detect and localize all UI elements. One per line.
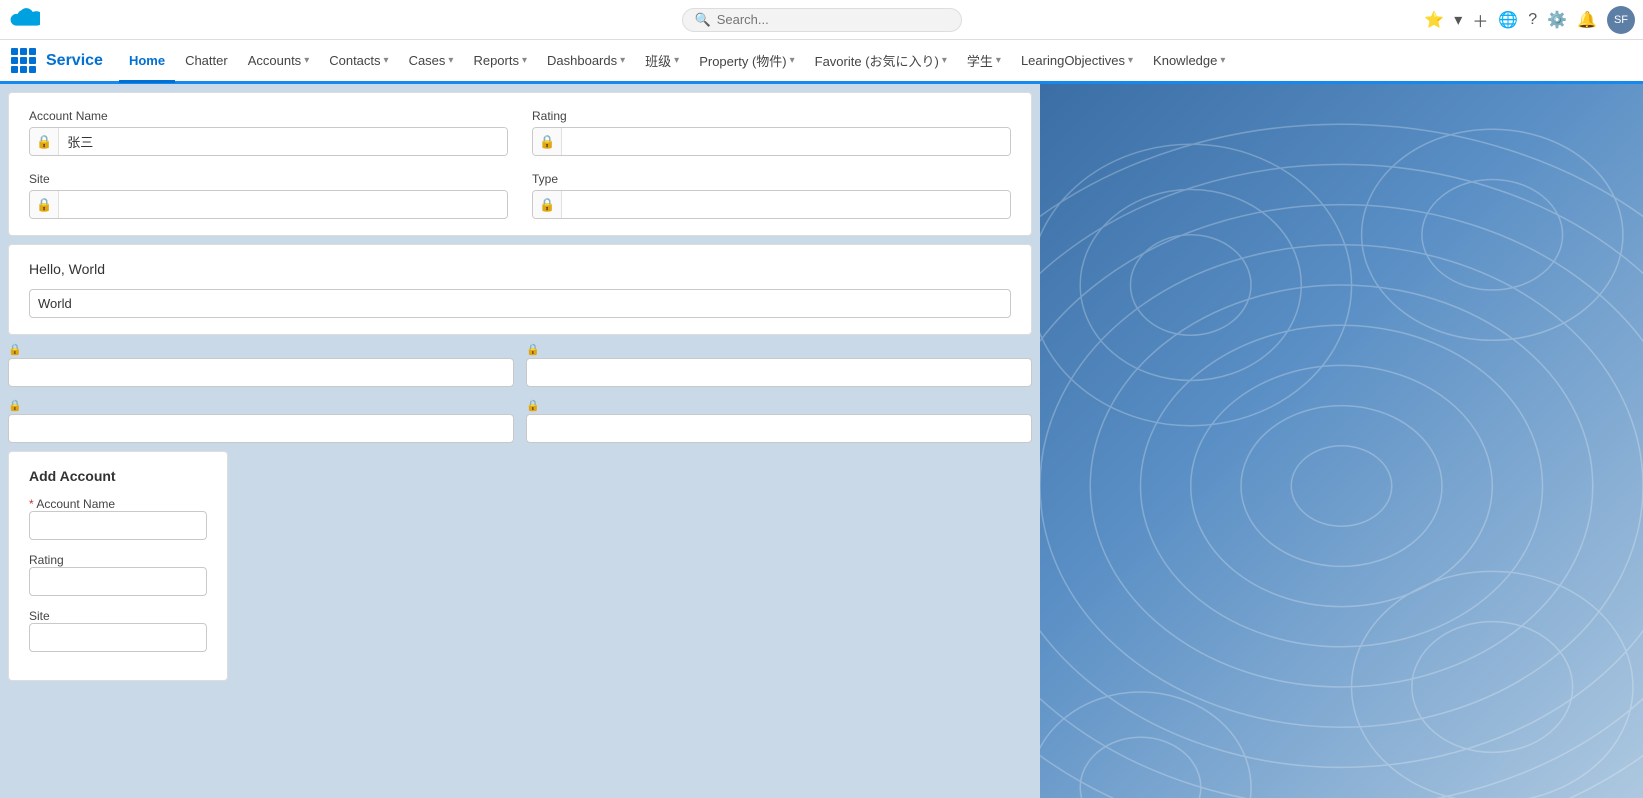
type-lock-icon[interactable]: 🔒 [533, 191, 562, 218]
add-account-name-field: Account Name [29, 496, 207, 540]
floating-lock-2[interactable]: 🔒 [526, 343, 1032, 356]
floating-field-1: 🔒 [8, 343, 514, 387]
add-site-input[interactable] [29, 623, 207, 652]
nav-item-accounts-chevron: ▾ [304, 55, 309, 66]
add-site-label: Site [29, 609, 50, 623]
floating-lock-3[interactable]: 🔒 [8, 399, 514, 412]
nav-right-icons: ⭐ ▾ ＋ 🌐 ? ⚙️ 🔔 SF [1424, 6, 1635, 34]
add-rating-field: Rating [29, 552, 207, 596]
account-name-input-wrap: 🔒 [29, 127, 508, 156]
search-bar: 🔍 [682, 8, 962, 32]
app-navigation: Service HomeChatterAccounts ▾Contacts ▾C… [0, 40, 1643, 84]
dropdown-icon[interactable]: ▾ [1454, 10, 1462, 30]
rating-input-wrap: 🔒 [532, 127, 1011, 156]
nav-item-knowledge-chevron: ▾ [1220, 55, 1225, 66]
app-label: Service [46, 52, 103, 70]
add-account-card: Add Account Account Name Rating Site [8, 451, 228, 681]
floating-lock-1[interactable]: 🔒 [8, 343, 514, 356]
add-rating-input[interactable] [29, 567, 207, 596]
account-name-input[interactable] [59, 128, 507, 155]
add-account-title: Add Account [29, 468, 207, 484]
nav-item-learning[interactable]: LearingObjectives ▾ [1011, 42, 1143, 83]
bell-icon[interactable]: 🔔 [1577, 10, 1597, 30]
app-launcher-icon[interactable] [8, 46, 38, 76]
type-input-wrap: 🔒 [532, 190, 1011, 219]
site-label: Site [29, 172, 508, 186]
rating-field: Rating 🔒 [532, 109, 1011, 156]
search-icon: 🔍 [695, 12, 711, 28]
add-site-field: Site [29, 608, 207, 652]
nav-item-reports[interactable]: Reports ▾ [463, 42, 537, 83]
nav-item-cases-chevron: ▾ [448, 55, 453, 66]
floating-input-1[interactable] [8, 358, 514, 387]
nav-item-reports-chevron: ▾ [522, 55, 527, 66]
form-row-2: Site 🔒 Type 🔒 [29, 172, 1011, 219]
salesforce-logo[interactable] [8, 2, 46, 37]
nav-item-favorite-chevron: ▾ [942, 55, 947, 66]
account-form-card: Account Name 🔒 Rating 🔒 Site [8, 92, 1032, 236]
top-navigation: 🔍 ⭐ ▾ ＋ 🌐 ? ⚙️ 🔔 SF [0, 0, 1643, 40]
site-input[interactable] [59, 191, 507, 218]
nav-item-dashboards-chevron: ▾ [620, 55, 625, 66]
nav-item-accounts[interactable]: Accounts ▾ [238, 42, 320, 83]
star-icon[interactable]: ⭐ [1424, 10, 1444, 30]
nav-item-property[interactable]: Property (物件) ▾ [689, 42, 804, 83]
floating-input-2[interactable] [526, 358, 1032, 387]
left-panel: Account Name 🔒 Rating 🔒 Site [0, 84, 1040, 798]
hello-world-title: Hello, World [29, 261, 1011, 277]
floating-field-2: 🔒 [526, 343, 1032, 387]
type-input[interactable] [562, 191, 1010, 218]
rating-input[interactable] [562, 128, 1010, 155]
nav-item-home[interactable]: Home [119, 42, 175, 83]
nav-item-cases[interactable]: Cases ▾ [399, 42, 464, 83]
avatar[interactable]: SF [1607, 6, 1635, 34]
nav-item-dashboards[interactable]: Dashboards ▾ [537, 42, 635, 83]
floating-lock-4[interactable]: 🔒 [526, 399, 1032, 412]
type-label: Type [532, 172, 1011, 186]
nav-item-contacts-chevron: ▾ [384, 55, 389, 66]
add-account-name-input[interactable] [29, 511, 207, 540]
type-field: Type 🔒 [532, 172, 1011, 219]
account-name-field: Account Name 🔒 [29, 109, 508, 156]
rating-label: Rating [532, 109, 1011, 123]
main-content: Account Name 🔒 Rating 🔒 Site [0, 84, 1643, 798]
floating-field-4: 🔒 [526, 399, 1032, 443]
nav-item-favorite[interactable]: Favorite (お気に入り) ▾ [805, 42, 957, 83]
hello-world-card: Hello, World [8, 244, 1032, 335]
site-field: Site 🔒 [29, 172, 508, 219]
floating-input-4[interactable] [526, 414, 1032, 443]
nav-item-contacts[interactable]: Contacts ▾ [319, 42, 398, 83]
site-lock-icon[interactable]: 🔒 [30, 191, 59, 218]
site-input-wrap: 🔒 [29, 190, 508, 219]
nav-item-chatter[interactable]: Chatter [175, 42, 238, 83]
form-row-1: Account Name 🔒 Rating 🔒 [29, 109, 1011, 156]
floating-input-3[interactable] [8, 414, 514, 443]
globe-icon[interactable]: 🌐 [1498, 10, 1518, 30]
nav-item-classes-chevron: ▾ [674, 55, 679, 66]
topo-background [1040, 84, 1643, 798]
nav-item-student-chevron: ▾ [996, 55, 1001, 66]
right-panel [1040, 84, 1643, 798]
nav-item-learning-chevron: ▾ [1128, 55, 1133, 66]
search-input[interactable] [717, 12, 937, 27]
help-icon[interactable]: ? [1528, 11, 1537, 29]
add-account-name-label: Account Name [29, 497, 115, 511]
nav-item-classes[interactable]: 班级 ▾ [635, 42, 689, 83]
floating-fields: 🔒 🔒 🔒 🔒 [8, 343, 1032, 443]
account-name-lock-icon[interactable]: 🔒 [30, 128, 59, 155]
nav-item-knowledge[interactable]: Knowledge ▾ [1143, 42, 1235, 83]
add-rating-label: Rating [29, 553, 64, 567]
nav-item-student[interactable]: 学生 ▾ [957, 42, 1011, 83]
account-name-label: Account Name [29, 109, 508, 123]
floating-field-3: 🔒 [8, 399, 514, 443]
nav-item-property-chevron: ▾ [790, 55, 795, 66]
settings-icon[interactable]: ⚙️ [1547, 10, 1567, 30]
rating-lock-icon[interactable]: 🔒 [533, 128, 562, 155]
nav-items: HomeChatterAccounts ▾Contacts ▾Cases ▾Re… [119, 40, 1235, 81]
hello-world-input[interactable] [29, 289, 1011, 318]
plus-icon[interactable]: ＋ [1472, 8, 1488, 32]
